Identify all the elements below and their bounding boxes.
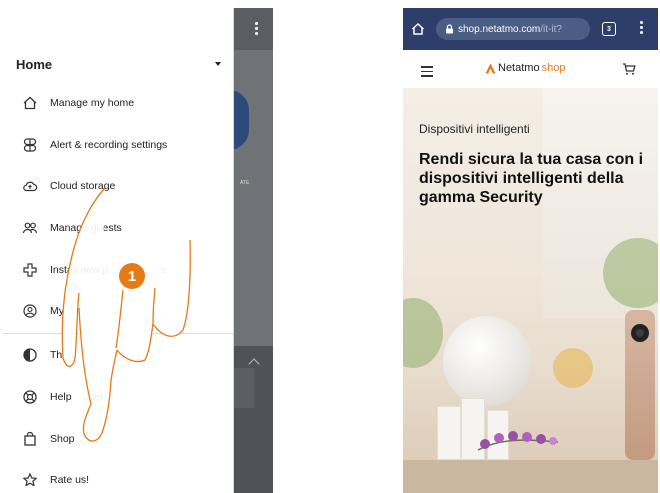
hero-background-plant [403,298,443,368]
install-plus-icon [21,261,39,279]
camera-lens [631,324,649,342]
theme-icon [21,346,39,364]
hero-banner: Dispositivi intelligenti Rendi sicura la… [403,88,658,493]
menu-item-label: Shop [50,433,75,445]
address-bar[interactable]: shop.netatmo.com/it-it? [436,18,590,40]
home-selector[interactable]: Home [16,53,221,75]
browser-toolbar: shop.netatmo.com/it-it? 3 [403,8,658,50]
cart-icon[interactable] [622,62,636,76]
logo-shop: shop [541,62,566,74]
background-panel-box [234,368,254,408]
menu-item-rate-us[interactable]: Rate us! [3,465,233,493]
home-outline-icon [21,94,39,112]
menu-item-label: Manage my home [50,97,135,109]
cloud-upload-icon [21,177,39,195]
hamburger-menu-icon[interactable] [421,66,433,80]
background-app-bar [234,8,273,50]
menu-item-cloud-storage[interactable]: Cloud storage [3,171,233,201]
alert-settings-icon [21,136,39,154]
tab-switcher-button[interactable]: 3 [602,22,616,36]
browser-menu-icon[interactable] [640,21,644,36]
menu-item-manage-my-home[interactable]: Manage my home [3,88,233,118]
browser-home-icon[interactable] [411,22,425,36]
right-phone-screen: shop.netatmo.com/it-it? 3 Netatmo shop D… [403,8,658,493]
guests-icon [21,219,39,237]
navigation-drawer: Home Manage my home Alert & recording se… [3,8,234,493]
menu-item-install-new-product[interactable]: Install new p s [3,255,233,285]
account-icon [21,302,39,320]
left-phone-screen: ATE Home Manage my home Alert & recordin… [3,8,273,493]
product-camera-image [625,310,655,460]
url-path: /it-it? [540,23,562,35]
orchid-flowers-image [477,431,559,451]
menu-item-label: Help [50,391,72,403]
menu-item-theme[interactable]: Th [3,340,233,370]
product-tag-image [437,406,461,460]
hero-title: Rendi sicura la tua casa con i dispositi… [419,151,644,206]
home-selector-label: Home [16,56,53,72]
caret-down-icon [215,62,221,66]
menu-item-label: My [50,305,64,317]
menu-item-label-tail: s [160,264,166,276]
menu-item-manage-guests[interactable]: Manage guests [3,213,233,243]
menu-item-label-tail: ter [91,391,104,403]
menu-item-label: Rate us! [50,474,90,486]
menu-item-label-tail: unt [109,305,124,317]
menu-item-alert-recording-settings[interactable]: Alert & recording settings [3,130,233,160]
menu-item-label: Install new p [50,264,109,276]
more-options-icon[interactable] [255,22,259,38]
hero-shelf [403,460,658,493]
product-siren-image [443,316,531,406]
menu-item-label: Alert & recording settings [50,139,168,151]
menu-divider [3,333,233,334]
hero-kicker: Dispositivi intelligenti [419,122,530,136]
background-home-screen: ATE [229,8,273,493]
menu-item-label: Th [50,349,63,361]
url-text: shop.netatmo.com/it-it? [458,24,578,35]
menu-item-label: Cloud storage [50,180,116,192]
netatmo-shop-logo[interactable]: Netatmo shop [485,62,565,74]
netatmo-logo-icon [485,63,496,73]
menu-item-my-account[interactable]: My unt [3,296,233,326]
hero-background-chair [553,348,593,388]
star-outline-icon [21,471,39,489]
url-domain: shop.netatmo.com [458,23,541,35]
site-header: Netatmo shop [403,50,658,88]
menu-item-label: Manage guests [50,222,122,234]
menu-item-shop[interactable]: Shop [3,424,233,454]
logo-name: Netatmo [498,62,540,74]
step-number-badge: 1 [119,263,145,289]
shop-bag-icon [21,430,39,448]
menu-item-help-center[interactable]: Help ter [3,382,233,412]
help-lifebuoy-icon [21,388,39,406]
lock-icon [446,24,453,34]
background-fragment-text: ATE [240,180,250,186]
